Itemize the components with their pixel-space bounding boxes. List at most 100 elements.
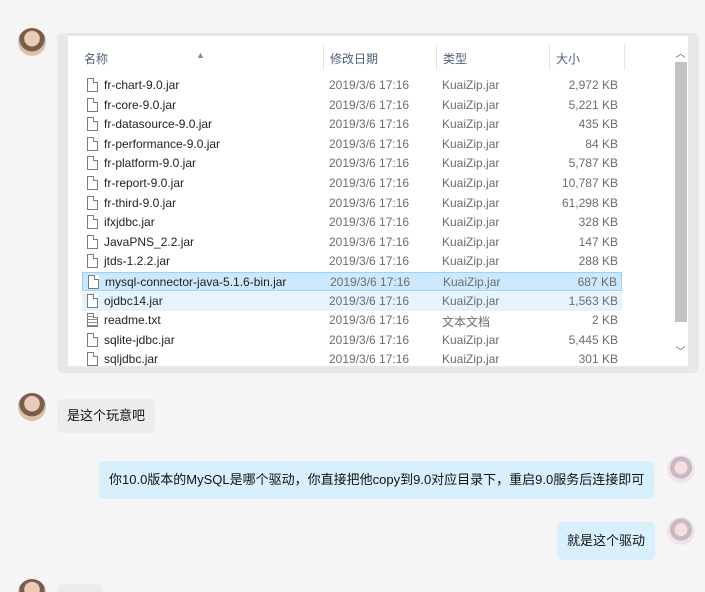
- column-divider: [624, 44, 625, 70]
- file-name: jtds-1.2.2.jar: [104, 254, 171, 269]
- file-icon: [87, 117, 98, 132]
- file-size: 5,787 KB: [568, 156, 618, 171]
- file-icon: [87, 215, 98, 230]
- file-type: KuaiZip.jar: [442, 117, 500, 132]
- column-divider: [436, 44, 437, 70]
- column-header-type[interactable]: 类型: [443, 50, 467, 67]
- avatar[interactable]: [18, 28, 46, 56]
- file-icon: [87, 352, 98, 366]
- file-type: KuaiZip.jar: [442, 332, 500, 347]
- file-name: readme.txt: [104, 313, 161, 328]
- avatar[interactable]: [18, 393, 46, 421]
- chat-message[interactable]: 就是这个驱动: [557, 522, 656, 560]
- sort-ascending-icon: ▲: [196, 50, 205, 60]
- file-row[interactable]: readme.txt 2019/3/6 17:16 文本文档 2 KB: [82, 311, 622, 330]
- file-type: KuaiZip.jar: [443, 275, 501, 289]
- file-type: KuaiZip.jar: [442, 254, 500, 269]
- file-name: mysql-connector-java-5.1.6-bin.jar: [105, 275, 287, 289]
- file-size: 1,563 KB: [568, 293, 618, 308]
- file-name: fr-performance-9.0.jar: [104, 136, 221, 151]
- file-date: 2019/3/6 17:16: [329, 215, 410, 230]
- file-type: KuaiZip.jar: [442, 293, 500, 308]
- file-size: 328 KB: [578, 215, 618, 230]
- file-date: 2019/3/6 17:16: [329, 117, 410, 132]
- avatar[interactable]: [667, 517, 695, 545]
- file-date: 2019/3/6 17:16: [329, 156, 410, 171]
- file-type: KuaiZip.jar: [442, 352, 500, 366]
- file-type: KuaiZip.jar: [442, 97, 500, 112]
- file-size: 435 KB: [578, 117, 618, 132]
- file-row[interactable]: jtds-1.2.2.jar 2019/3/6 17:16 KuaiZip.jar 2…: [82, 252, 622, 271]
- file-row[interactable]: fr-report-9.0.jar 2019/3/6 17:16 KuaiZip.j…: [82, 174, 622, 193]
- file-name: fr-platform-9.0.jar: [104, 156, 197, 171]
- avatar[interactable]: [667, 455, 695, 483]
- file-row[interactable]: fr-core-9.0.jar 2019/3/6 17:16 KuaiZip.jar…: [82, 96, 622, 115]
- column-divider: [549, 44, 550, 70]
- file-row[interactable]: ojdbc14.jar 2019/3/6 17:16 KuaiZip.jar 1,56…: [82, 291, 622, 311]
- file-icon: [88, 275, 99, 289]
- file-icon: [87, 156, 98, 171]
- file-date: 2019/3/6 17:16: [329, 97, 410, 112]
- file-row[interactable]: fr-third-9.0.jar 2019/3/6 17:16 KuaiZip.ja…: [82, 194, 622, 213]
- file-size: 10,787 KB: [561, 176, 618, 190]
- file-size: 687 KB: [577, 275, 617, 289]
- file-type: KuaiZip.jar: [442, 215, 500, 230]
- file-icon: [87, 234, 98, 249]
- file-row[interactable]: fr-platform-9.0.jar 2019/3/6 17:16 KuaiZip…: [82, 154, 622, 173]
- file-date: 2019/3/6 17:16: [329, 352, 410, 366]
- file-size: 2 KB: [591, 313, 618, 328]
- file-row[interactable]: JavaPNS_2.2.jar 2019/3/6 17:16 KuaiZip.jar…: [82, 233, 622, 252]
- chat-message[interactable]: 是这个玩意吧: [57, 399, 156, 433]
- file-size: 147 KB: [578, 234, 618, 249]
- file-row[interactable]: sqljdbc.jar 2019/3/6 17:16 KuaiZip.jar 301 …: [82, 350, 622, 366]
- file-name: fr-report-9.0.jar: [104, 176, 185, 190]
- file-size: 301 KB: [578, 352, 618, 366]
- column-divider: [323, 44, 324, 70]
- text-file-icon: [87, 313, 98, 328]
- file-date: 2019/3/6 17:16: [329, 332, 410, 347]
- file-row[interactable]: ifxjdbc.jar 2019/3/6 17:16 KuaiZip.jar 328 …: [82, 213, 622, 232]
- file-name: fr-third-9.0.jar: [104, 195, 177, 210]
- file-icon: [87, 136, 98, 151]
- file-date: 2019/3/6 17:16: [329, 195, 410, 210]
- file-name: fr-core-9.0.jar: [104, 97, 177, 112]
- column-header-date[interactable]: 修改日期: [330, 50, 378, 67]
- chat-message[interactable]: [57, 584, 103, 592]
- column-header-size[interactable]: 大小: [556, 50, 580, 67]
- file-name: sqljdbc.jar: [104, 352, 159, 366]
- file-icon: [87, 195, 98, 210]
- chevron-down-icon[interactable]: ﹀: [673, 344, 688, 362]
- file-row[interactable]: fr-performance-9.0.jar 2019/3/6 17:16 Kuai…: [82, 135, 622, 154]
- file-icon: [87, 97, 98, 112]
- chat-message[interactable]: 你10.0版本的MySQL是哪个驱动，你直接把他copy到9.0对应目录下，重启…: [99, 461, 655, 499]
- file-name: fr-chart-9.0.jar: [104, 78, 180, 92]
- file-name: JavaPNS_2.2.jar: [104, 234, 195, 249]
- file-size: 61,298 KB: [561, 195, 618, 210]
- column-header-name[interactable]: 名称: [84, 50, 108, 67]
- file-type: KuaiZip.jar: [442, 195, 500, 210]
- file-date: 2019/3/6 17:16: [329, 176, 410, 190]
- file-icon: [87, 78, 98, 92]
- file-date: 2019/3/6 17:16: [329, 78, 410, 92]
- file-row[interactable]: sqlite-jdbc.jar 2019/3/6 17:16 KuaiZip.jar…: [82, 331, 622, 350]
- file-icon: [87, 332, 98, 347]
- file-row[interactable]: mysql-connector-java-5.1.6-bin.jar 2019/3…: [82, 272, 622, 291]
- avatar[interactable]: [18, 579, 46, 592]
- scrollbar-thumb[interactable]: [675, 62, 687, 322]
- file-type: KuaiZip.jar: [442, 176, 500, 190]
- file-size: 2,972 KB: [568, 78, 618, 92]
- file-type: KuaiZip.jar: [442, 234, 500, 249]
- file-date: 2019/3/6 17:16: [329, 254, 410, 269]
- vertical-scrollbar[interactable]: ︿ ﹀: [673, 36, 688, 366]
- file-name: sqlite-jdbc.jar: [104, 332, 175, 347]
- file-icon: [87, 254, 98, 269]
- file-row[interactable]: fr-datasource-9.0.jar 2019/3/6 17:16 KuaiZ…: [82, 115, 622, 134]
- file-row[interactable]: fr-chart-9.0.jar 2019/3/6 17:16 KuaiZip.ja…: [82, 76, 622, 95]
- file-size: 288 KB: [578, 254, 618, 269]
- file-name: ifxjdbc.jar: [104, 215, 155, 230]
- file-date: 2019/3/6 17:16: [330, 275, 411, 289]
- column-header-row: ▲ 名称 修改日期 类型 大小: [68, 44, 668, 70]
- file-name: fr-datasource-9.0.jar: [104, 117, 213, 132]
- file-size: 84 KB: [585, 136, 618, 151]
- file-icon: [87, 293, 98, 308]
